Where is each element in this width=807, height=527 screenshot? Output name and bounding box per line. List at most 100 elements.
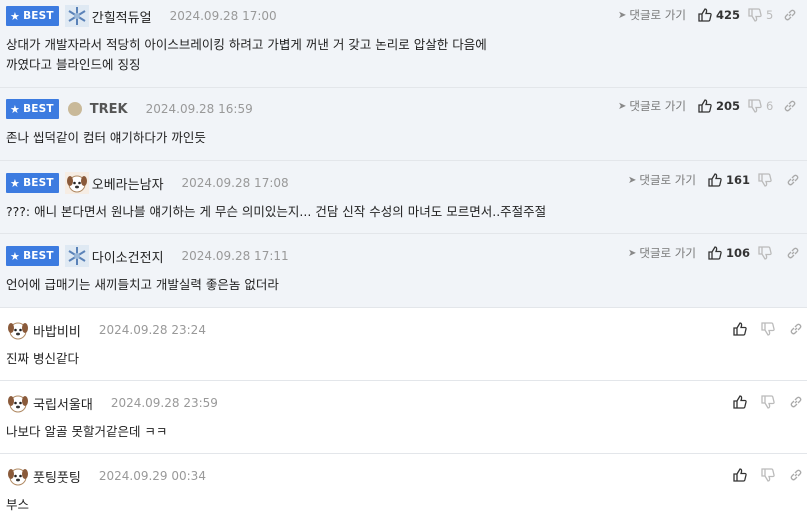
thumbs-up-icon: [698, 99, 712, 113]
snowflake-icon[interactable]: [64, 5, 89, 27]
link-icon[interactable]: [783, 99, 797, 113]
link-icon[interactable]: [789, 395, 803, 409]
dog-icon[interactable]: [6, 319, 30, 341]
like-count: 425: [715, 8, 740, 22]
star-icon: ★: [10, 9, 21, 23]
comment-item: 풋팅풋팅 2024.09.29 00:34 부스: [0, 454, 807, 527]
snowflake-icon[interactable]: [64, 245, 89, 267]
author-name[interactable]: 다이소건전지: [92, 247, 164, 266]
thumbs-up-icon: [733, 468, 747, 482]
comment-date: 2024.09.28 16:59: [145, 102, 253, 116]
comment-tools: ➤ 댓글로 가기 106: [628, 244, 800, 262]
thumbs-down-icon: [758, 173, 772, 187]
comment-date: 2024.09.28 23:24: [98, 323, 206, 337]
like-button[interactable]: [733, 322, 751, 336]
best-comment: ★ BEST 간힐적듀얼 2024.09.28 17:00 상대가 개발자라서 적…: [0, 0, 807, 88]
comment-header: ★ BEST TREK 2024.09.28 16:59: [6, 98, 253, 120]
author-name[interactable]: TREK: [90, 102, 128, 117]
link-icon[interactable]: [786, 173, 800, 187]
comment-header: ★ BEST 오베라는남자 2024.09.28 17:08: [6, 172, 289, 194]
go-to-reply-button[interactable]: ➤ 댓글로 가기: [628, 172, 696, 188]
thumbs-up-icon: [708, 173, 722, 187]
best-badge: ★ BEST: [6, 173, 59, 193]
link-icon[interactable]: [783, 8, 797, 22]
dislike-button[interactable]: [761, 468, 779, 482]
send-arrow-icon: ➤: [628, 174, 637, 186]
comment-tools: [733, 320, 803, 338]
best-comment: ★ BEST 오베라는남자 2024.09.28 17:08 ???: 애니 본다…: [0, 161, 807, 234]
thumbs-up-icon: [698, 8, 712, 22]
like-button[interactable]: 161: [708, 173, 750, 187]
author-name[interactable]: 풋팅풋팅: [33, 467, 81, 486]
link-icon[interactable]: [789, 322, 803, 336]
send-arrow-icon: ➤: [618, 9, 627, 21]
comment-tools: ➤ 댓글로 가기 205 6: [618, 97, 797, 115]
comment-item: 국립서울대 2024.09.28 23:59 나보다 알골 못할거같은데 ㅋㅋ: [0, 381, 807, 454]
comment-text: 진짜 병신같다: [6, 351, 79, 366]
dog-icon[interactable]: [64, 172, 89, 194]
star-icon: ★: [10, 102, 21, 116]
comment-text: 존나 씹덕같이 컴터 얘기하다가 까인듯: [6, 130, 206, 145]
comment-date: 2024.09.28 17:08: [181, 176, 289, 190]
best-badge: ★ BEST: [6, 246, 59, 266]
like-button[interactable]: [733, 468, 751, 482]
comment-tools: [733, 393, 803, 411]
thumbs-down-icon: [761, 395, 775, 409]
thumbs-down-icon: [758, 246, 772, 260]
dislike-button[interactable]: 5: [748, 8, 773, 22]
comment-text: 나보다 알골 못할거같은데 ㅋㅋ: [6, 424, 168, 439]
author-name[interactable]: 오베라는남자: [92, 174, 164, 193]
star-icon: ★: [10, 249, 21, 263]
star-icon: ★: [10, 176, 21, 190]
go-to-reply-button[interactable]: ➤ 댓글로 가기: [618, 98, 686, 114]
comment-tools: ➤ 댓글로 가기 425 5: [618, 6, 797, 24]
comment-text: 부스: [6, 497, 30, 512]
comment-date: 2024.09.28 17:11: [181, 249, 289, 263]
comment-tools: [733, 466, 803, 484]
comment-header: ★ BEST 다이소건전지 2024.09.28 17:11: [6, 245, 289, 267]
like-count: 205: [715, 99, 740, 113]
best-comment: ★ BEST TREK 2024.09.28 16:59 존나 씹덕같이 컴터 얘…: [0, 88, 807, 161]
author-name[interactable]: 국립서울대: [33, 394, 93, 413]
dot-icon[interactable]: [67, 98, 87, 120]
dislike-button[interactable]: 6: [748, 99, 773, 113]
dog-icon[interactable]: [6, 392, 30, 414]
go-to-reply-button[interactable]: ➤ 댓글로 가기: [618, 7, 686, 23]
dislike-count: 6: [765, 99, 774, 113]
author-name[interactable]: 바밥비비: [33, 321, 81, 340]
thumbs-down-icon: [761, 322, 775, 336]
dislike-button[interactable]: [761, 322, 779, 336]
thumbs-up-icon: [733, 322, 747, 336]
comment-list: ★ BEST 간힐적듀얼 2024.09.28 17:00 상대가 개발자라서 적…: [0, 0, 807, 527]
dislike-button[interactable]: [758, 246, 776, 260]
like-button[interactable]: 205: [698, 99, 740, 113]
dog-icon[interactable]: [6, 465, 30, 487]
thumbs-up-icon: [708, 246, 722, 260]
comment-header: 국립서울대 2024.09.28 23:59: [6, 392, 218, 414]
dislike-count: 5: [765, 8, 774, 22]
dislike-button[interactable]: [758, 173, 776, 187]
author-name[interactable]: 간힐적듀얼: [92, 7, 152, 26]
like-button[interactable]: 106: [708, 246, 750, 260]
comment-date: 2024.09.28 23:59: [110, 396, 218, 410]
like-button[interactable]: [733, 395, 751, 409]
thumbs-down-icon: [748, 99, 762, 113]
link-icon[interactable]: [786, 246, 800, 260]
thumbs-up-icon: [733, 395, 747, 409]
comment-header: 바밥비비 2024.09.28 23:24: [6, 319, 206, 341]
comment-item: 바밥비비 2024.09.28 23:24 진짜 병신같다: [0, 308, 807, 381]
comment-text: 언어에 급매기는 새끼들치고 개발실력 좋은놈 없더라: [6, 277, 279, 292]
link-icon[interactable]: [789, 468, 803, 482]
best-badge: ★ BEST: [6, 99, 59, 119]
dislike-button[interactable]: [761, 395, 779, 409]
like-button[interactable]: 425: [698, 8, 740, 22]
send-arrow-icon: ➤: [618, 100, 627, 112]
thumbs-down-icon: [761, 468, 775, 482]
comment-date: 2024.09.28 17:00: [169, 9, 277, 23]
send-arrow-icon: ➤: [628, 247, 637, 259]
comment-header: 풋팅풋팅 2024.09.29 00:34: [6, 465, 206, 487]
go-to-reply-button[interactable]: ➤ 댓글로 가기: [628, 245, 696, 261]
comment-tools: ➤ 댓글로 가기 161: [628, 171, 800, 189]
comment-text: ???: 애니 본다면서 원나블 얘기하는 게 무슨 의미있는지... 건담 신…: [6, 204, 547, 219]
like-count: 106: [725, 246, 750, 260]
